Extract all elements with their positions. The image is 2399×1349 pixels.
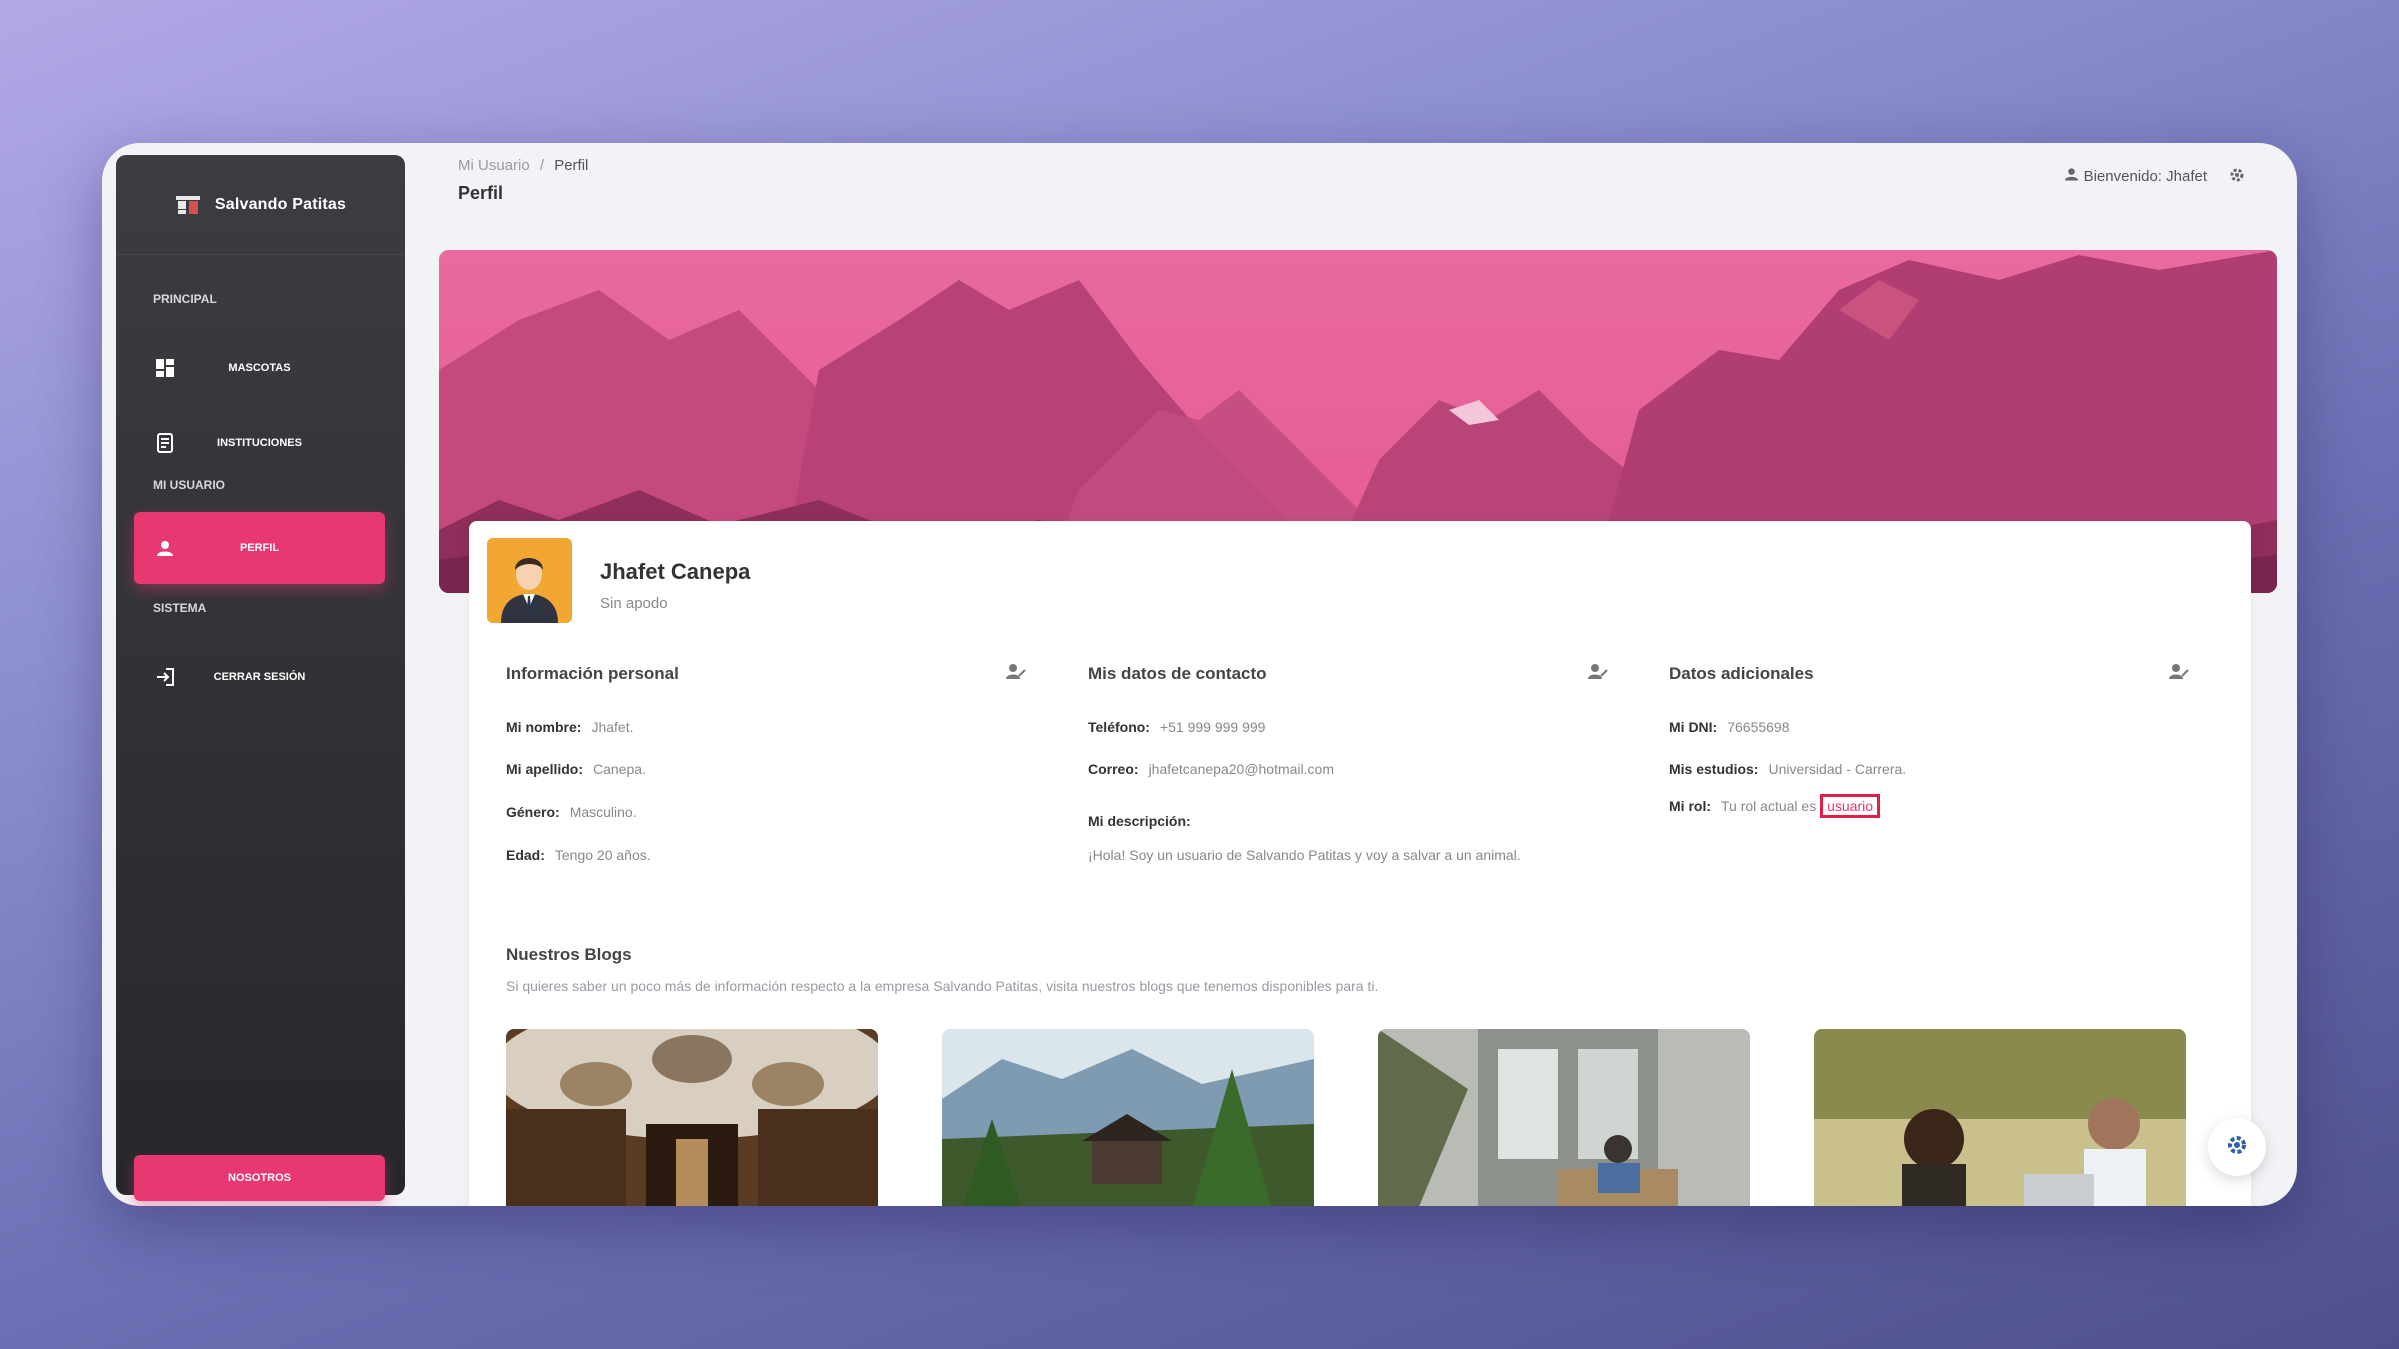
app-window: Salvando Patitas PRINCIPAL MASCOTAS INST… (102, 143, 2297, 1206)
user-icon (2064, 167, 2078, 185)
estudios-row: Mis estudios: Universidad - Carrera. (1669, 761, 1906, 777)
sidebar: Salvando Patitas PRINCIPAL MASCOTAS INST… (116, 155, 405, 1201)
genero-label: Género: (506, 804, 560, 820)
breadcrumb-current: Perfil (554, 157, 589, 174)
edad-row: Edad: Tengo 20 años. (506, 847, 651, 863)
blog-card-people[interactable] (1814, 1029, 2186, 1206)
dashboard-icon (154, 357, 176, 379)
blog-card-library[interactable] (506, 1029, 878, 1206)
welcome-user[interactable]: Bienvenido: Jhafet (2064, 167, 2207, 185)
contact-info-section: Mis datos de contacto Teléfono: +51 999 9… (1088, 663, 1608, 863)
section-principal: PRINCIPAL (153, 292, 217, 306)
telefono-label: Teléfono: (1088, 719, 1150, 735)
avatar[interactable] (487, 538, 572, 623)
blog-card-forest[interactable] (942, 1029, 1314, 1206)
nombre-label: Mi nombre: (506, 719, 582, 735)
estudios-label: Mis estudios: (1669, 761, 1759, 777)
section-sistema: SISTEMA (153, 601, 207, 615)
genero-value: Masculino. (569, 804, 637, 820)
section-mi-usuario: MI USUARIO (153, 478, 225, 492)
descripcion-value: ¡Hola! Soy un usuario de Salvando Patita… (1088, 847, 1521, 863)
blogs-description: Si quieres saber un poco más de informac… (506, 978, 1379, 994)
dni-value: 76655698 (1727, 719, 1790, 735)
apellido-row: Mi apellido: Canepa. (506, 761, 646, 777)
extra-info-section: Datos adicionales Mi DNI: 76655698 Mis es… (1669, 663, 2189, 818)
settings-fab[interactable] (2208, 1118, 2266, 1176)
brand-name: Salvando Patitas (214, 195, 347, 213)
brand-logo-icon (175, 193, 201, 217)
extra-info-title: Datos adicionales (1669, 663, 1814, 683)
gear-icon (2226, 1134, 2248, 1161)
sidebar-item-cerrar-sesion[interactable]: CERRAR SESIÓN (134, 641, 385, 713)
estudios-value: Universidad - Carrera. (1768, 761, 1907, 777)
logout-icon (154, 666, 176, 688)
blogs-title: Nuestros Blogs (506, 945, 632, 964)
profile-card: Jhafet Canepa Sin apodo Información pers… (469, 521, 2251, 1206)
telefono-row: Teléfono: +51 999 999 999 (1088, 719, 1265, 735)
sidebar-item-instituciones[interactable]: INSTITUCIONES (134, 407, 385, 479)
role-badge: usuario (1820, 794, 1881, 818)
edad-label: Edad: (506, 847, 545, 863)
correo-label: Correo: (1088, 761, 1139, 777)
forest-image (942, 1029, 1314, 1206)
rol-label: Mi rol: (1669, 798, 1711, 814)
telefono-value: +51 999 999 999 (1159, 719, 1266, 735)
gear-icon[interactable] (2229, 167, 2245, 188)
edad-value: Tengo 20 años. (554, 847, 651, 863)
correo-row: Correo: jhafetcanepa20@hotmail.com (1088, 761, 1334, 777)
document-icon (154, 432, 176, 454)
breadcrumb-separator: / (539, 157, 545, 174)
library-image (506, 1029, 878, 1206)
edit-user-icon[interactable] (1006, 663, 1026, 684)
personal-info-section: Información personal Mi nombre: Jhafet. M… (506, 663, 1026, 863)
sidebar-item-perfil[interactable]: PERFIL (134, 512, 385, 584)
blog-card-office[interactable] (1378, 1029, 1750, 1206)
apellido-label: Mi apellido: (506, 761, 583, 777)
profile-name: Jhafet Canepa (600, 559, 751, 584)
rol-text: Tu rol actual es (1721, 798, 1817, 814)
nombre-value: Jhafet. (591, 719, 634, 735)
sidebar-item-mascotas[interactable]: MASCOTAS (134, 332, 385, 404)
nombre-row: Mi nombre: Jhafet. (506, 719, 633, 735)
people-image (1814, 1029, 2186, 1206)
office-image (1378, 1029, 1750, 1206)
correo-value: jhafetcanepa20@hotmail.com (1148, 761, 1334, 777)
descripcion-label: Mi descripción: (1088, 813, 1191, 829)
genero-row: Género: Masculino. (506, 804, 637, 820)
edit-user-icon[interactable] (1588, 663, 1608, 684)
contact-info-title: Mis datos de contacto (1088, 663, 1267, 683)
brand[interactable]: Salvando Patitas (116, 155, 405, 255)
breadcrumb: Mi Usuario / Perfil (458, 157, 588, 174)
profile-nickname: Sin apodo (600, 595, 668, 612)
page-title: Perfil (458, 183, 504, 203)
dni-label: Mi DNI: (1669, 719, 1718, 735)
nosotros-button[interactable]: NOSOTROS (134, 1155, 385, 1201)
dni-row: Mi DNI: 76655698 (1669, 719, 1790, 735)
user-icon (154, 537, 176, 559)
edit-user-icon[interactable] (2169, 663, 2189, 684)
personal-info-title: Información personal (506, 663, 679, 683)
breadcrumb-parent[interactable]: Mi Usuario (458, 157, 530, 174)
apellido-value: Canepa. (593, 761, 646, 777)
welcome-text: Bienvenido: Jhafet (2083, 167, 2207, 185)
descripcion-row: Mi descripción: (1088, 813, 1201, 829)
rol-row: Mi rol: Tu rol actual es usuario (1669, 794, 1881, 818)
